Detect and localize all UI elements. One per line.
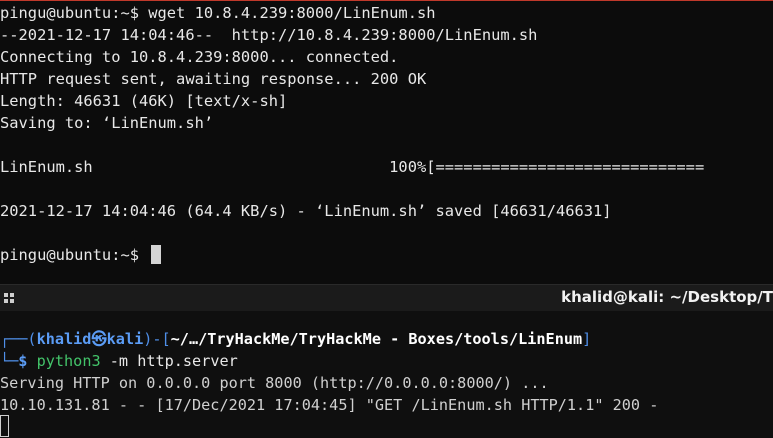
bottom-window-titlebar[interactable]: khalid@kali: ~/Desktop/T xyxy=(0,284,773,312)
command-args: -m http.server xyxy=(100,352,238,370)
terminal-app-icon[interactable] xyxy=(4,293,14,303)
prompt-host: kali xyxy=(106,330,144,348)
server-log-line: 10.10.131.81 - - [17/Dec/2021 17:04:45] … xyxy=(0,396,659,414)
bottom-text-cursor xyxy=(0,415,9,437)
kali-prompt-line-1: ┌──(khalid㉿kali)-[~/…/TryHackMe/TryHackM… xyxy=(0,328,591,350)
kali-prompt-line-2: └─$ python3 -m http.server xyxy=(0,350,238,372)
prompt-corner-bottom: └─ xyxy=(0,352,19,370)
top-terminal-pane[interactable]: pingu@ubuntu:~$ wget 10.8.4.239:8000/Lin… xyxy=(0,0,773,284)
server-output-line: Serving HTTP on 0.0.0.0 port 8000 (http:… xyxy=(0,374,549,392)
text-cursor xyxy=(151,245,162,264)
prompt-at-symbol: ㉿ xyxy=(91,330,107,348)
terminal-line: pingu@ubuntu:~$ wget 10.8.4.239:8000/Lin… xyxy=(0,4,436,22)
prompt-corner: ┌──( xyxy=(0,330,37,348)
prompt-dollar: $ xyxy=(18,352,28,370)
terminal-prompt-line[interactable]: pingu@ubuntu:~$ xyxy=(0,244,162,266)
prompt-bracket-open: )-[ xyxy=(143,330,171,348)
bottom-terminal-pane[interactable]: ┌──(khalid㉿kali)-[~/…/TryHackMe/TryHackM… xyxy=(0,311,773,438)
terminal-line: --2021-12-17 14:04:46-- http://10.8.4.23… xyxy=(0,26,538,44)
command-name: python3 xyxy=(36,352,101,370)
terminal-progress-line: LinEnum.sh 100%[========================… xyxy=(0,158,705,176)
terminal-line: Length: 46631 (46K) [text/x-sh] xyxy=(0,92,288,110)
terminal-line: Connecting to 10.8.4.239:8000... connect… xyxy=(0,48,399,66)
prompt-path: ~/…/TryHackMe/TryHackMe - Boxes/tools/Li… xyxy=(170,330,583,348)
window-top-border xyxy=(0,0,773,1)
terminal-line: 2021-12-17 14:04:46 (64.4 KB/s) - ‘LinEn… xyxy=(0,202,612,220)
terminal-line: HTTP request sent, awaiting response... … xyxy=(0,70,427,88)
prompt-text: pingu@ubuntu:~$ xyxy=(0,246,149,264)
prompt-user: khalid xyxy=(36,330,92,348)
terminal-line: Saving to: ‘LinEnum.sh’ xyxy=(0,114,214,132)
window-title: khalid@kali: ~/Desktop/T xyxy=(561,288,773,306)
prompt-bracket-close: ] xyxy=(582,330,592,348)
